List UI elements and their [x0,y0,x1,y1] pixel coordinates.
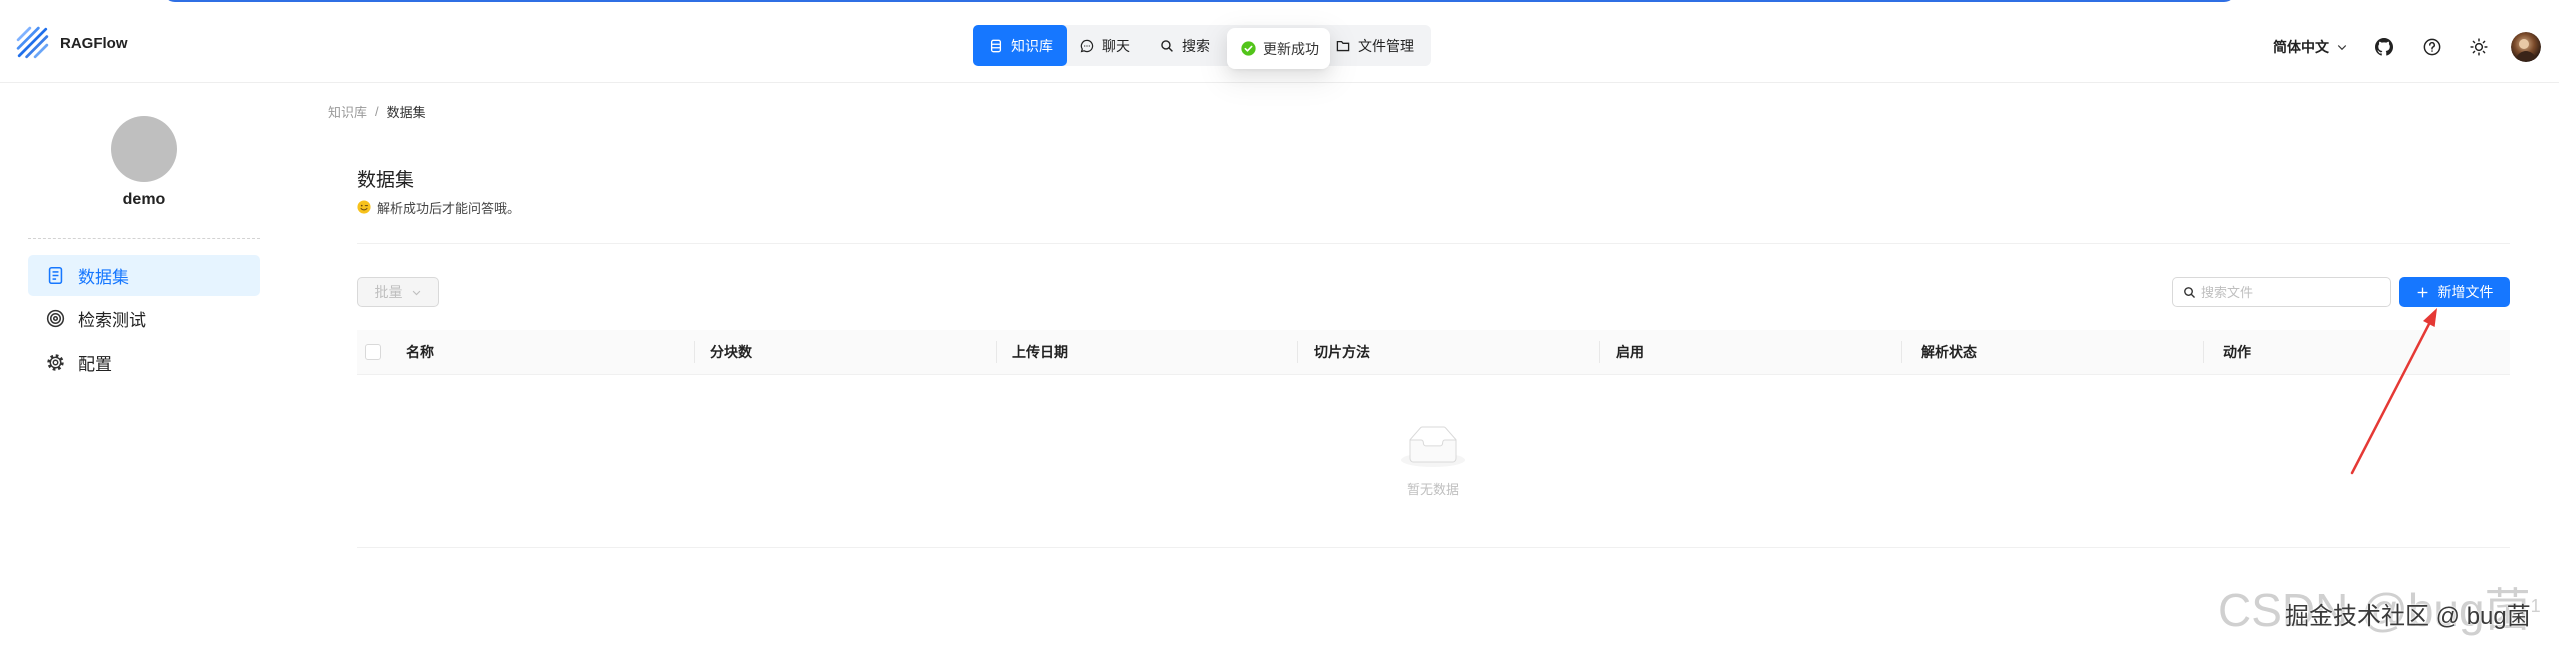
breadcrumb: 知识库 / 数据集 [328,102,426,120]
annotation-arrow-head [2423,308,2437,327]
column-header-chunks: 分块数 [710,344,752,360]
page-subtitle: 解析成功后才能问答哦。 [357,199,521,216]
bulk-actions-button[interactable]: 批量 [357,277,439,307]
table-header: 名称 分块数 上传日期 切片方法 启用 解析状态 动作 [357,330,2510,375]
section-divider [357,243,2510,244]
column-header-name: 名称 [406,344,434,360]
bulk-actions-label: 批量 [374,284,403,300]
empty-state-text: 暂无数据 [1406,482,1459,497]
plus-icon [2416,286,2429,299]
nav-item-label: 搜索 [1182,37,1210,54]
sidebar-item-configuration[interactable]: 配置 [28,342,260,383]
add-file-label: 新增文件 [2437,284,2494,300]
sun-icon[interactable] [2470,38,2488,56]
knowledge-base-avatar [111,116,177,182]
column-header-chunk-method: 切片方法 [1314,344,1370,360]
check-circle-icon [1241,41,1256,56]
app-name[interactable]: RAGFlow [60,34,128,54]
page-subtitle-text: 解析成功后才能问答哦。 [377,200,521,216]
column-header-upload-date: 上传日期 [1012,344,1068,360]
sidebar-divider [28,238,260,239]
sidebar-item-label: 检索测试 [78,311,146,330]
column-header-parse-status: 解析状态 [1921,344,1977,360]
column-separator [694,341,695,363]
language-label: 简体中文 [2273,39,2329,55]
column-header-actions: 动作 [2223,344,2251,360]
sidebar-item-label: 配置 [78,355,112,374]
target-icon [46,309,65,328]
add-file-button[interactable]: 新增文件 [2399,277,2510,307]
sidebar-item-dataset[interactable]: 数据集 [28,255,260,296]
column-separator [2203,341,2204,363]
github-icon[interactable] [2375,38,2393,56]
csdn-watermark-sup: 1 [2530,596,2541,616]
empty-inbox-icon [1401,426,1465,467]
sidebar-item-retrieval-test[interactable]: 检索测试 [28,298,260,339]
wink-emoji-icon [357,200,371,214]
table-bottom-border [357,547,2510,548]
column-separator [1901,341,1902,363]
language-selector[interactable]: 简体中文 [2273,36,2348,58]
nav-item-label: 知识库 [1011,37,1053,54]
nav-item-label: 文件管理 [1358,37,1414,54]
header-divider [0,82,2559,83]
nav-item-knowledge-base[interactable]: 知识库 [973,25,1067,66]
breadcrumb-current: 数据集 [386,104,426,120]
sidebar-item-label: 数据集 [78,268,129,287]
nav-item-search[interactable]: 搜索 [1160,25,1210,66]
annotation-arrow [2350,308,2437,475]
gear-icon [46,353,65,372]
search-icon [2183,286,2196,299]
browser-address-bar-edge [163,0,2236,2]
folder-icon [1336,39,1350,53]
page-title: 数据集 [357,170,415,191]
chat-icon [1080,39,1094,53]
breadcrumb-separator: / [375,103,379,119]
column-header-enabled: 启用 [1616,344,1644,360]
breadcrumb-root[interactable]: 知识库 [328,102,367,121]
document-icon [46,266,65,285]
chevron-down-icon [411,287,422,298]
knowledge-base-name: demo [122,191,166,208]
column-separator [1297,341,1298,363]
juejin-watermark: 掘金技术社区 @ bug菌 [2285,603,2531,630]
nav-item-label: 聊天 [1102,37,1130,54]
database-icon [989,39,1003,53]
search-files-field[interactable] [2172,277,2391,307]
user-avatar[interactable] [2511,32,2541,62]
nav-item-file-management[interactable]: 文件管理 [1336,25,1414,66]
nav-item-chat[interactable]: 聊天 [1080,25,1130,66]
column-separator [996,341,997,363]
main-nav: 知识库 聊天 搜索 文件管理 [973,25,1431,66]
select-all-checkbox[interactable] [365,344,381,360]
ragflow-logo-icon[interactable] [16,26,50,60]
toast-message: 更新成功 [1263,40,1319,57]
success-toast: 更新成功 [1227,28,1330,69]
search-icon [1160,39,1174,53]
column-separator [1599,341,1600,363]
help-icon[interactable] [2423,38,2441,56]
chevron-down-icon [2336,41,2348,53]
search-files-input[interactable] [2201,284,2381,300]
